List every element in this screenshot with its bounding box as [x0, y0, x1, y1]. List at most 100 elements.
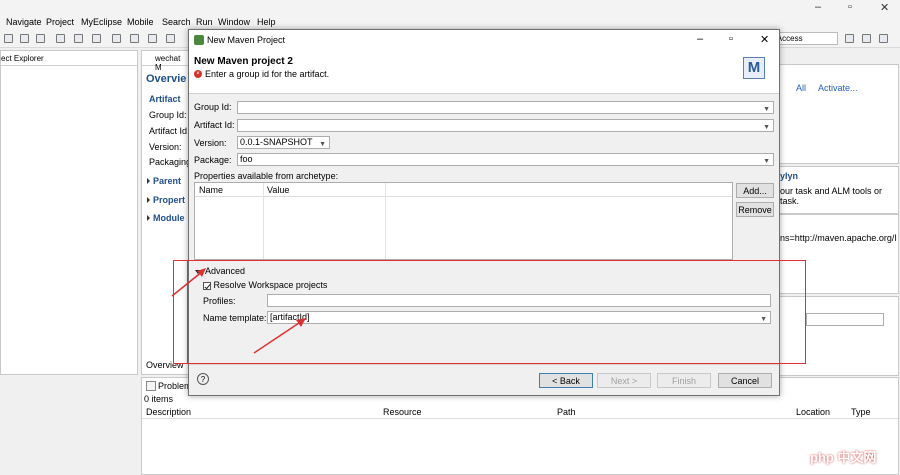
chevron-down-icon: ▼: [319, 141, 326, 148]
minimize-icon[interactable]: –: [697, 33, 703, 45]
toolbar-icon[interactable]: [112, 34, 121, 43]
menu-search[interactable]: Search: [162, 17, 191, 27]
expand-icon: [147, 215, 150, 221]
menu-bar: Navigate Project MyEclipse Mobile Search…: [0, 14, 900, 30]
properties-header: Name Value: [195, 183, 732, 197]
column-divider: [385, 183, 386, 259]
field-label: Artifact Id: [149, 126, 188, 136]
problems-icon: [146, 381, 156, 391]
version-combo[interactable]: 0.0.1-SNAPSHOT ▼: [237, 136, 330, 149]
toolbar-icon[interactable]: [4, 34, 13, 43]
back-button[interactable]: < Back: [539, 373, 593, 388]
menu-navigate[interactable]: Navigate: [6, 17, 42, 27]
editor-title: Overvie: [146, 73, 187, 85]
menu-help[interactable]: Help: [257, 17, 276, 27]
menu-myeclipse[interactable]: MyEclipse: [81, 17, 122, 27]
annotation-arrows: [171, 268, 306, 354]
column-path[interactable]: Path: [557, 407, 576, 417]
expand-icon: [147, 178, 150, 184]
maximize-icon[interactable]: ▫: [848, 1, 852, 13]
annotation-arrow: [171, 270, 204, 297]
maven-app-icon: [194, 35, 204, 45]
maximize-icon[interactable]: ▫: [729, 33, 733, 45]
field-label: Group Id:: [149, 110, 187, 120]
dialog-heading: New Maven project 2: [194, 56, 293, 67]
column-location[interactable]: Location: [796, 407, 830, 417]
version-label: Version:: [194, 138, 227, 148]
group-id-combo[interactable]: ▼: [237, 101, 774, 114]
toolbar-icon[interactable]: [56, 34, 65, 43]
package-label: Package:: [194, 155, 232, 165]
error-icon: ×: [194, 70, 202, 78]
project-explorer-tab[interactable]: ect Explorer: [1, 51, 137, 66]
project-explorer-panel: ect Explorer: [0, 50, 138, 375]
perspective-icon[interactable]: [879, 34, 888, 43]
chevron-down-icon: ▼: [763, 158, 770, 165]
perspective-icon[interactable]: [862, 34, 871, 43]
column-description[interactable]: Description: [146, 407, 191, 417]
problems-header: Description Resource Path Location Type: [142, 405, 898, 419]
package-combo[interactable]: foo ▼: [237, 153, 774, 166]
filter-input[interactable]: [806, 313, 884, 326]
properties-table[interactable]: Name Value: [194, 182, 733, 260]
column-divider: [263, 183, 264, 259]
annotation-arrow: [253, 320, 303, 354]
field-label: Version:: [149, 142, 182, 152]
mylyn-panel: ylyn our task and ALM tools or task.: [779, 166, 899, 214]
annotation-arrowhead: [296, 318, 306, 327]
mylyn-text: our task and ALM tools or: [780, 186, 883, 196]
remove-property-button[interactable]: Remove: [736, 202, 774, 217]
link-all[interactable]: All: [796, 83, 806, 93]
section-properties[interactable]: Propert: [147, 195, 185, 205]
task-list-panel: All Activate...: [779, 64, 899, 164]
maven-logo: M: [743, 57, 765, 79]
chevron-down-icon: ▼: [763, 124, 770, 131]
column-type[interactable]: Type: [851, 407, 871, 417]
properties-label: Properties available from archetype:: [194, 171, 339, 181]
menu-project[interactable]: Project: [46, 17, 74, 27]
ide-title-bar: – ▫ ✕: [0, 0, 900, 14]
close-icon[interactable]: ✕: [880, 1, 889, 14]
toolbar-icon[interactable]: [148, 34, 157, 43]
dialog-title: New Maven Project: [207, 35, 286, 45]
toolbar-icon[interactable]: [130, 34, 139, 43]
xmlns-text: ns=http://maven.apache.org/I: [780, 233, 897, 243]
menu-window[interactable]: Window: [218, 17, 250, 27]
mylyn-text: task.: [780, 196, 800, 206]
close-icon[interactable]: ✕: [760, 33, 769, 46]
column-value[interactable]: Value: [267, 185, 289, 195]
add-property-button[interactable]: Add...: [736, 183, 774, 198]
dialog-title-bar: New Maven Project – ▫ ✕: [189, 30, 779, 50]
chevron-down-icon: ▼: [763, 106, 770, 113]
editor-tab[interactable]: wechat M: [142, 51, 188, 72]
perspective-icon[interactable]: [845, 34, 854, 43]
section-artifact[interactable]: Artifact: [149, 94, 181, 104]
toolbar-icon[interactable]: [20, 34, 29, 43]
expand-icon: [147, 197, 150, 203]
toolbar-icon[interactable]: [92, 34, 101, 43]
toolbar-icon[interactable]: [74, 34, 83, 43]
artifact-id-label: Artifact Id:: [194, 120, 235, 130]
watermark: php 中文网: [810, 450, 877, 465]
dialog-header: New Maven project 2 × Enter a group id f…: [189, 50, 779, 94]
artifact-id-combo[interactable]: ▼: [237, 119, 774, 132]
help-icon[interactable]: ?: [197, 373, 209, 385]
dialog-button-bar: ? < Back Next > Finish Cancel: [189, 364, 779, 395]
group-id-label: Group Id:: [194, 102, 232, 112]
column-resource[interactable]: Resource: [383, 407, 422, 417]
finish-button[interactable]: Finish: [657, 373, 711, 388]
dialog-message: Enter a group id for the artifact.: [205, 69, 330, 79]
section-parent[interactable]: Parent: [147, 176, 181, 186]
problems-count: 0 items: [144, 394, 174, 404]
minimize-icon[interactable]: –: [815, 1, 821, 13]
link-activate[interactable]: Activate...: [818, 83, 858, 93]
field-label: Packaging: [149, 157, 192, 167]
menu-mobile[interactable]: Mobile: [127, 17, 154, 27]
toolbar-icon[interactable]: [166, 34, 175, 43]
section-modules[interactable]: Module: [147, 213, 185, 223]
menu-run[interactable]: Run: [196, 17, 213, 27]
toolbar-icon[interactable]: [36, 34, 45, 43]
next-button[interactable]: Next >: [597, 373, 651, 388]
cancel-button[interactable]: Cancel: [718, 373, 772, 388]
column-name[interactable]: Name: [199, 185, 223, 195]
